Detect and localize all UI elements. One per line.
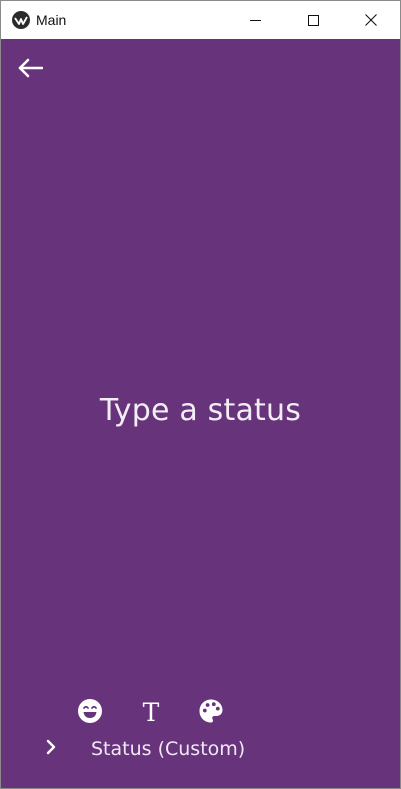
emoji-button[interactable] <box>76 698 104 729</box>
status-type-label[interactable]: Status (Custom) <box>91 738 245 760</box>
palette-button[interactable] <box>197 699 225 727</box>
close-button[interactable] <box>342 1 400 39</box>
chevron-right-icon <box>45 739 57 760</box>
minimize-button[interactable] <box>226 1 284 39</box>
window-controls <box>226 1 400 39</box>
text-format-icon: T <box>142 698 160 727</box>
minimize-icon <box>249 15 261 26</box>
maximize-button[interactable] <box>284 1 342 39</box>
close-icon <box>365 14 377 26</box>
status-input[interactable]: Type a status <box>1 393 400 428</box>
window-title: Main <box>36 12 67 28</box>
emoji-icon <box>77 698 103 729</box>
title-bar[interactable]: Main <box>1 1 400 39</box>
maximize-icon <box>307 14 319 26</box>
text-format-button[interactable]: T <box>137 699 165 727</box>
app-window: Main Type a status T Status (Custom) <box>0 0 401 789</box>
arrow-left-icon <box>17 58 44 83</box>
palette-icon <box>198 698 224 729</box>
back-button[interactable] <box>15 57 45 83</box>
expand-button[interactable] <box>39 737 63 761</box>
status-editor: Type a status T Status (Custom) <box>1 39 400 788</box>
app-logo-icon <box>12 11 30 29</box>
